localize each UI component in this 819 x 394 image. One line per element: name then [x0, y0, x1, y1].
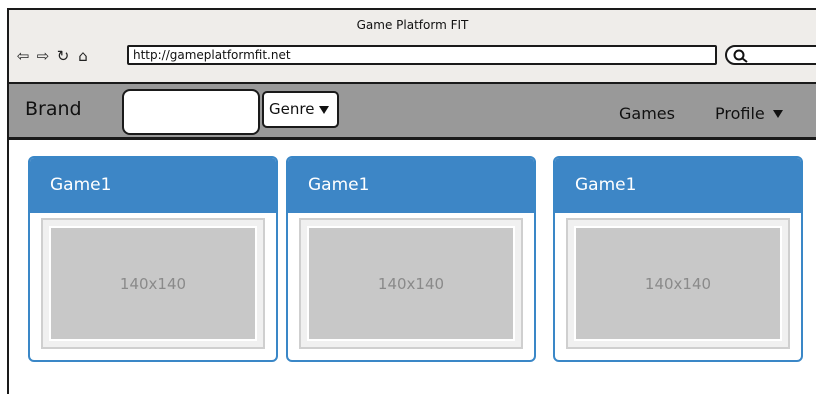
genre-dropdown[interactable]: Genre — [262, 91, 339, 128]
game-thumbnail: 140x140 — [574, 226, 782, 341]
game-thumbnail-frame: 140x140 — [299, 218, 523, 349]
forward-icon[interactable]: ⇨ — [35, 47, 51, 65]
profile-dropdown[interactable]: Profile — [715, 104, 783, 123]
window-title: Game Platform FIT — [356, 18, 469, 32]
browser-window: Game Platform FIT ⇦ ⇨ ↻ ⌂ http://gamepla… — [7, 8, 816, 394]
caret-down-icon — [772, 109, 783, 118]
game-card-title: Game1 — [555, 158, 801, 213]
caret-down-icon — [319, 105, 330, 114]
refresh-icon[interactable]: ↻ — [55, 47, 71, 65]
game-card[interactable]: Game1 140x140 — [553, 156, 803, 362]
search-icon — [733, 49, 748, 63]
browser-chrome: Game Platform FIT ⇦ ⇨ ↻ ⌂ http://gamepla… — [9, 10, 816, 84]
address-bar[interactable]: http://gameplatformfit.net — [127, 45, 717, 65]
back-icon[interactable]: ⇦ — [15, 47, 31, 65]
browser-nav-icons: ⇦ ⇨ ↻ ⌂ — [15, 46, 91, 66]
game-thumbnail: 140x140 — [307, 226, 515, 341]
brand-logo[interactable]: Brand — [25, 98, 82, 120]
game-thumbnail-frame: 140x140 — [41, 218, 265, 349]
nav-link-games[interactable]: Games — [619, 104, 675, 123]
game-thumbnail: 140x140 — [49, 226, 257, 341]
home-icon[interactable]: ⌂ — [75, 47, 91, 65]
game-card[interactable]: Game1 140x140 — [286, 156, 536, 362]
profile-label: Profile — [715, 104, 765, 123]
game-thumbnail-frame: 140x140 — [566, 218, 790, 349]
navbar-search-input[interactable] — [122, 89, 260, 135]
genre-label: Genre — [269, 100, 315, 118]
game-card-title: Game1 — [30, 158, 276, 213]
site-navbar: Brand Genre Games Profile — [9, 84, 816, 140]
browser-search-box[interactable] — [725, 45, 816, 65]
game-card[interactable]: Game1 140x140 — [28, 156, 278, 362]
game-card-title: Game1 — [288, 158, 534, 213]
